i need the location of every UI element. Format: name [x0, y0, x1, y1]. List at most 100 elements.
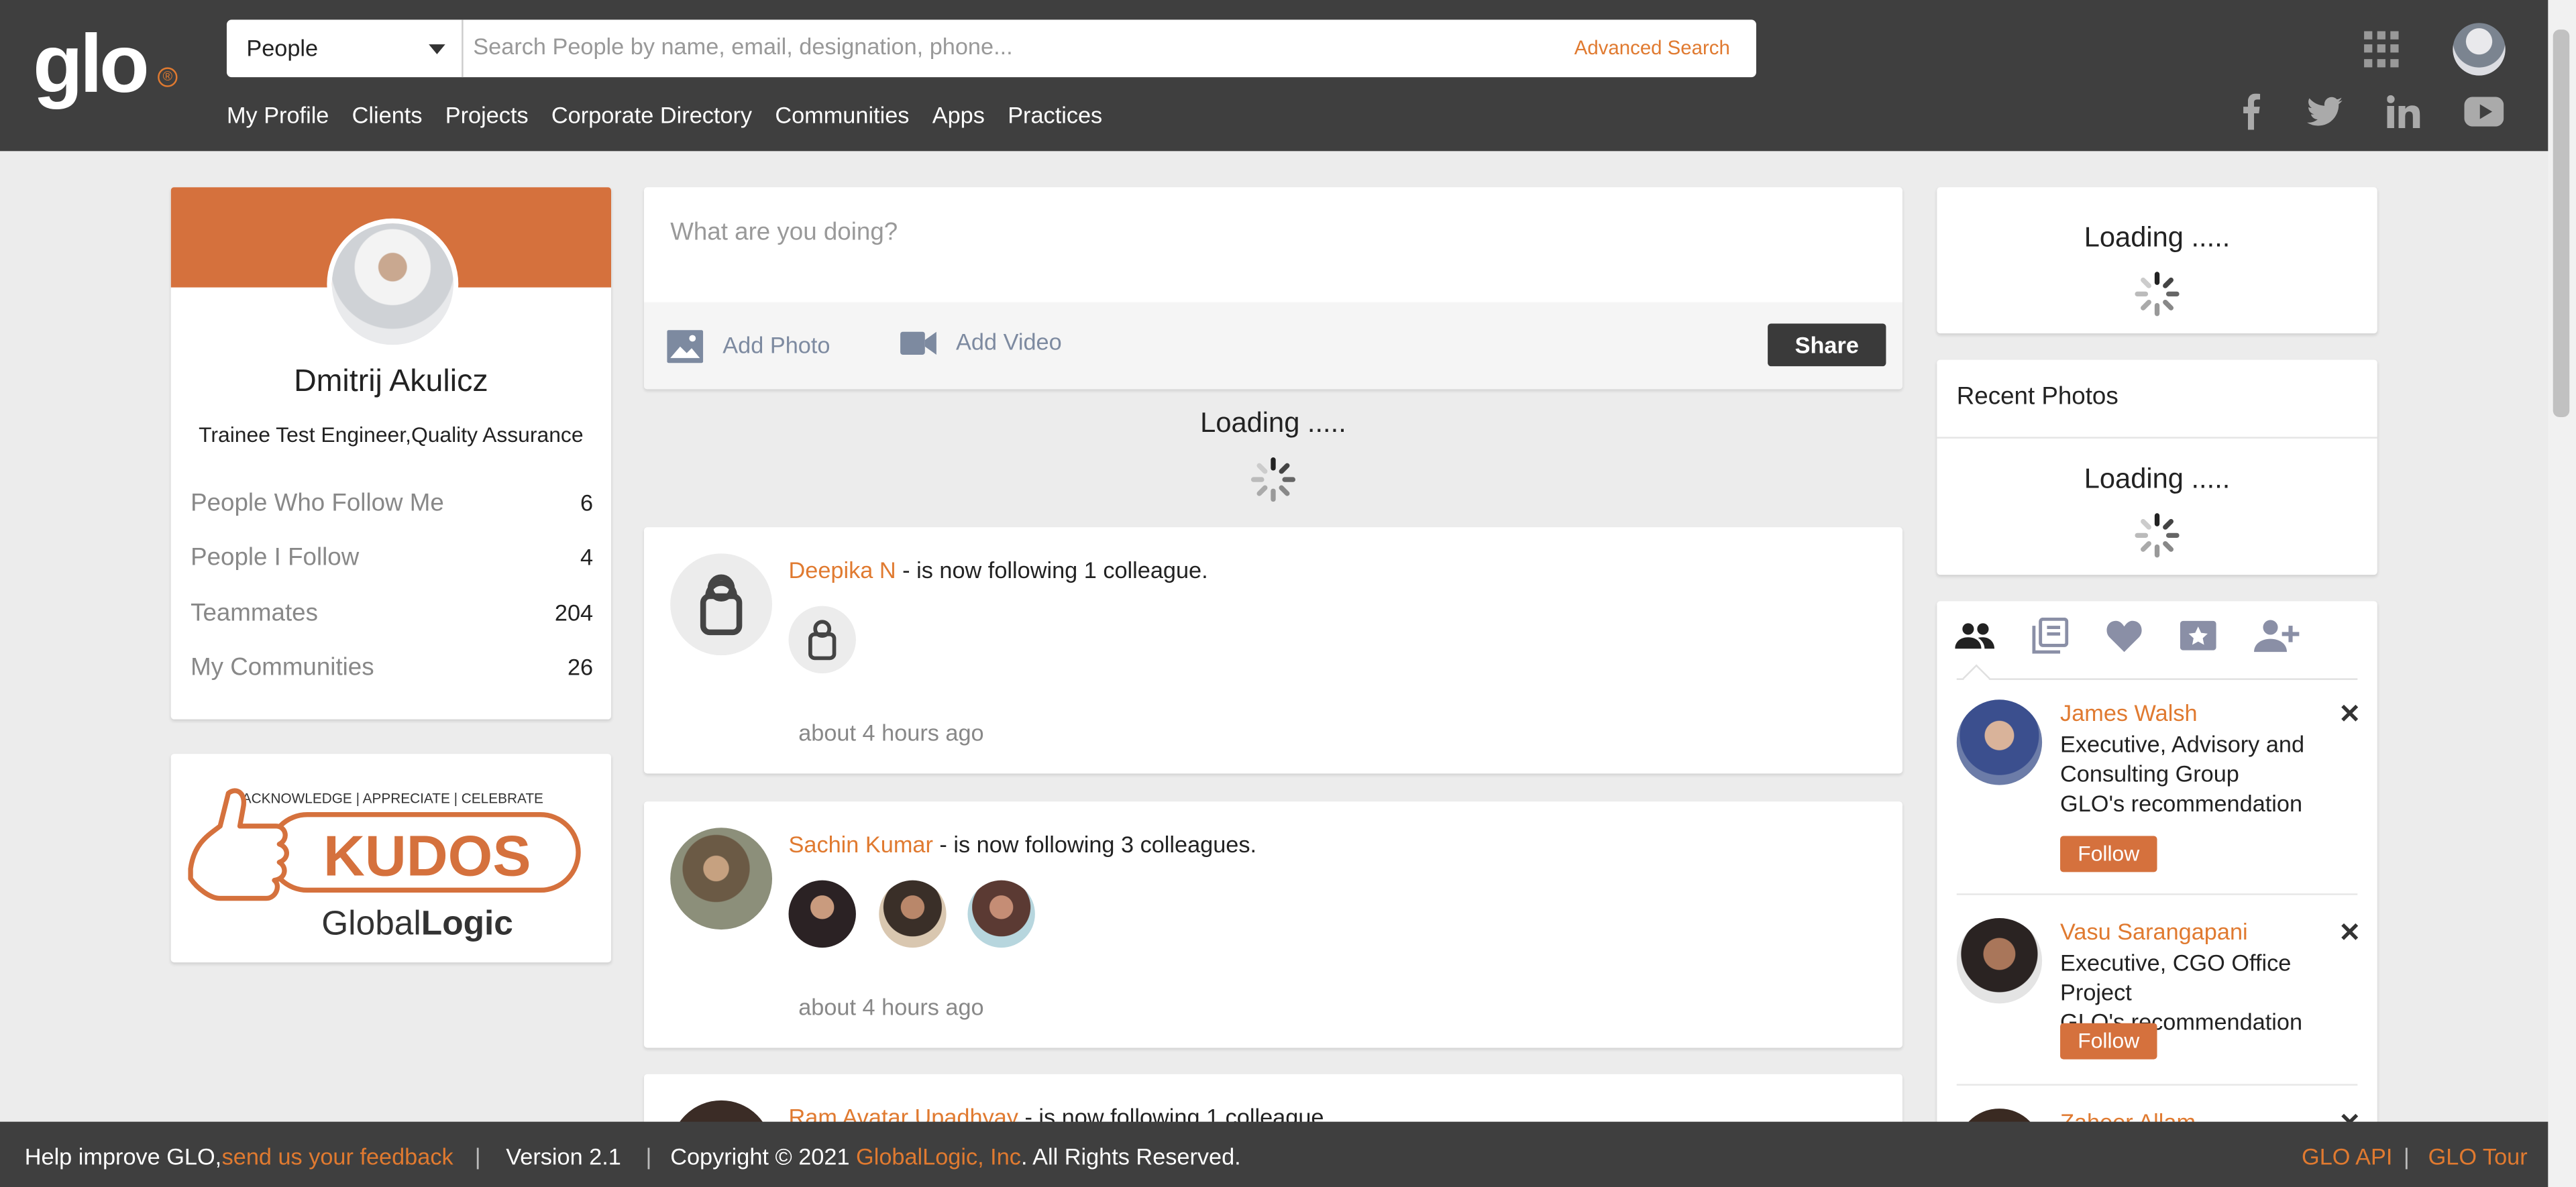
footer-divider: |: [2403, 1143, 2410, 1170]
post-input[interactable]: What are you doing?: [670, 219, 898, 247]
glo-api-link[interactable]: GLO API: [2302, 1143, 2392, 1170]
stat-label: People I Follow: [191, 543, 360, 572]
stat-teammates[interactable]: Teammates 204: [191, 600, 593, 628]
divider: [1937, 437, 2377, 439]
nav-communities[interactable]: Communities: [775, 102, 909, 135]
apps-grid-icon[interactable]: [2364, 31, 2400, 68]
recommendation-name[interactable]: James Walsh: [2060, 699, 2198, 726]
nav-my-profile[interactable]: My Profile: [227, 102, 329, 135]
stat-value: 204: [554, 599, 594, 626]
nav-corporate-directory[interactable]: Corporate Directory: [551, 102, 752, 135]
recommendation-avatar[interactable]: [1956, 917, 2043, 1004]
glo-tour-link[interactable]: GLO Tour: [2428, 1143, 2528, 1170]
stat-value: 6: [580, 489, 594, 516]
default-avatar-icon[interactable]: [670, 553, 773, 656]
followed-user-avatar[interactable]: [788, 606, 856, 674]
stat-label: My Communities: [191, 653, 374, 682]
activity-timestamp: about 4 hours ago: [798, 719, 984, 746]
footer-copyright: Copyright © 2021 GlobalLogic, Inc. All R…: [670, 1143, 1241, 1170]
registered-mark: ®: [158, 67, 178, 87]
add-photo-label: Add Photo: [722, 331, 830, 358]
recommendation-designation: Executive, Advisory and Consulting Group: [2060, 730, 2305, 787]
activity-card: Sachin Kumar - is now following 3 collea…: [644, 801, 1902, 1048]
linkedin-icon[interactable]: [2383, 92, 2423, 131]
library-icon[interactable]: [2029, 614, 2072, 657]
search-scope-value: People: [246, 34, 319, 61]
kudos-banner[interactable]: ACKNOWLEDGE | APPRECIATE | CELEBRATE KUD…: [170, 754, 612, 963]
spinner-icon: [2135, 513, 2180, 558]
spinner-icon: [2135, 272, 2180, 317]
stat-label: Teammates: [191, 599, 318, 628]
kudos-tagline: ACKNOWLEDGE | APPRECIATE | CELEBRATE: [242, 791, 543, 807]
recommendations-widget: James Walsh Executive, Advisory and Cons…: [1937, 601, 2377, 1143]
divider: [1956, 1084, 2358, 1086]
share-button[interactable]: Share: [1768, 323, 1886, 367]
close-icon[interactable]: ✕: [2339, 698, 2361, 731]
follow-button[interactable]: Follow: [2060, 836, 2157, 872]
nav-projects[interactable]: Projects: [445, 102, 529, 135]
recommendation-reason: GLO's recommendation: [2060, 789, 2303, 817]
badge-icon[interactable]: [2177, 614, 2220, 657]
recommendation-item: James Walsh Executive, Advisory and Cons…: [1956, 698, 2361, 880]
add-photo-button[interactable]: Add Photo: [667, 329, 830, 365]
add-video-button[interactable]: Add Video: [900, 329, 1062, 357]
glo-logo[interactable]: glo: [33, 23, 150, 105]
advanced-search-link[interactable]: Advanced Search: [1574, 19, 1730, 77]
twitter-icon[interactable]: [2305, 92, 2345, 131]
nav-apps[interactable]: Apps: [932, 102, 985, 135]
photos-loading-text: Loading .....: [2084, 463, 2231, 495]
user-avatar[interactable]: [2453, 23, 2506, 76]
activity-timestamp: about 4 hours ago: [798, 993, 984, 1020]
followed-user-avatar[interactable]: [967, 880, 1035, 948]
feedback-link[interactable]: send us your feedback: [222, 1143, 453, 1170]
heart-icon[interactable]: [2103, 614, 2146, 657]
people-icon[interactable]: [1953, 614, 1996, 657]
widget-loading-text: Loading .....: [2084, 221, 2231, 253]
footer-help-text: Help improve GLO,: [24, 1143, 222, 1170]
activity-user-link[interactable]: Deepika N: [789, 557, 896, 583]
top-header: glo ® People Advanced Search My Profile …: [0, 0, 2548, 152]
recommendation-avatar[interactable]: [1956, 699, 2043, 785]
follow-button[interactable]: Follow: [2060, 1023, 2157, 1060]
post-composer: What are you doing? Add Photo Add Video …: [644, 187, 1902, 390]
activity-text: Sachin Kumar - is now following 3 collea…: [789, 831, 1257, 857]
footer-divider: |: [645, 1143, 652, 1170]
stat-following[interactable]: People I Follow 4: [191, 544, 593, 572]
followed-user-avatar[interactable]: [788, 880, 856, 948]
activity-card: Deepika N - is now following 1 colleague…: [644, 527, 1902, 774]
kudos-logo: ACKNOWLEDGE | APPRECIATE | CELEBRATE KUD…: [188, 788, 581, 942]
activity-user-avatar[interactable]: [670, 828, 773, 930]
nav-practices[interactable]: Practices: [1008, 102, 1102, 135]
tabs-divider: [1956, 678, 2358, 680]
chevron-down-icon: [429, 44, 445, 54]
search-bar: People Advanced Search: [226, 19, 1756, 78]
recommendation-item: Vasu Sarangapani Executive, CGO Office P…: [1956, 917, 2361, 1082]
stat-value: 4: [580, 543, 594, 570]
profile-card: Dmitrij Akulicz Trainee Test Engineer,Qu…: [170, 187, 612, 720]
stat-label: People Who Follow Me: [191, 489, 444, 518]
profile-name[interactable]: Dmitrij Akulicz: [171, 365, 611, 401]
youtube-icon[interactable]: [2464, 92, 2504, 131]
close-icon[interactable]: ✕: [2339, 917, 2361, 950]
search-scope-select[interactable]: People: [227, 19, 464, 78]
facebook-icon[interactable]: [2231, 92, 2271, 131]
scrollbar-thumb[interactable]: [2553, 30, 2570, 418]
page-scrollbar[interactable]: [2548, 0, 2576, 1187]
search-input[interactable]: [473, 32, 1492, 60]
stat-followers[interactable]: People Who Follow Me 6: [191, 490, 593, 518]
activity-text: Deepika N - is now following 1 colleague…: [789, 557, 1208, 583]
profile-designation: Trainee Test Engineer,Quality Assurance: [199, 422, 584, 447]
divider: [1956, 893, 2358, 895]
stat-communities[interactable]: My Communities 26: [191, 654, 593, 682]
followed-user-avatar[interactable]: [879, 880, 947, 948]
kudos-title: KUDOS: [323, 824, 531, 888]
recommendation-designation: Executive, CGO Office Project: [2060, 949, 2292, 1005]
activity-user-link[interactable]: Sachin Kumar: [789, 831, 933, 857]
nav-clients[interactable]: Clients: [352, 102, 423, 135]
video-icon: [900, 332, 936, 355]
company-link[interactable]: GlobalLogic, Inc: [856, 1143, 1021, 1170]
profile-avatar[interactable]: [327, 218, 459, 350]
spinner-icon: [1250, 457, 1296, 502]
recommendation-name[interactable]: Vasu Sarangapani: [2060, 918, 2248, 944]
add-person-icon[interactable]: [2251, 614, 2303, 657]
